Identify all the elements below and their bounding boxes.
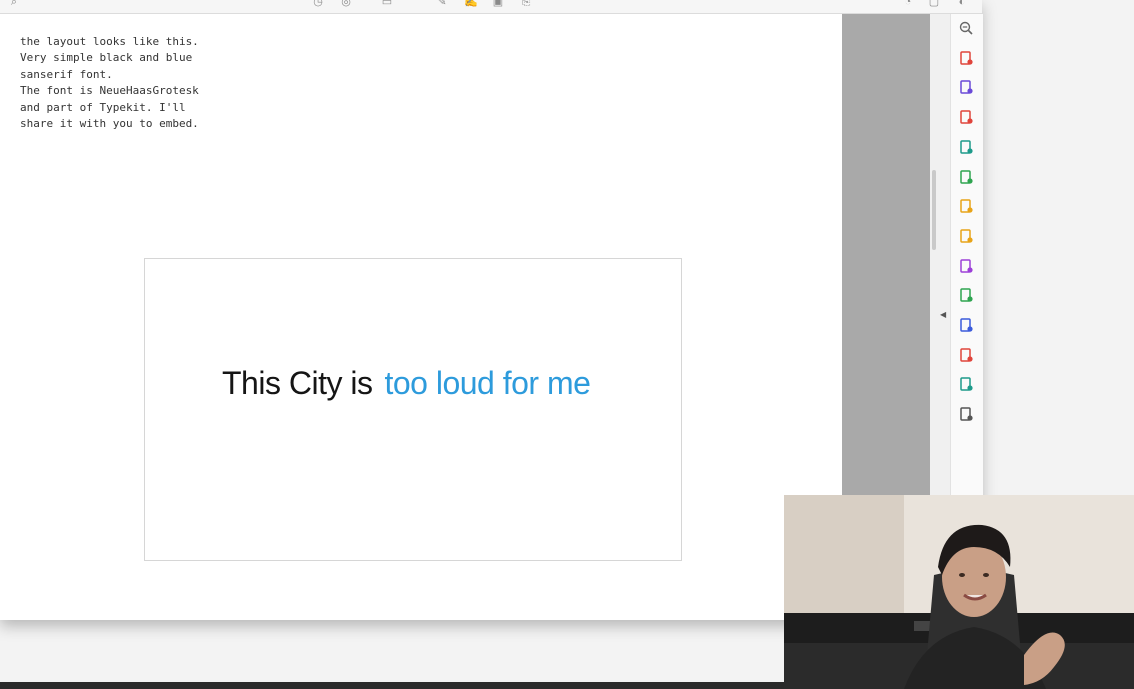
print-production-icon[interactable] xyxy=(957,286,975,304)
webcam-overlay xyxy=(784,495,1134,689)
zoom-out-icon[interactable] xyxy=(957,19,975,37)
redact-icon[interactable] xyxy=(957,346,975,364)
edit-icon[interactable]: ⎘ xyxy=(520,0,532,8)
slide-headline: This City is too loud for me xyxy=(222,364,591,402)
headline-blue-text: too loud for me xyxy=(384,365,591,401)
organize-pages-icon[interactable] xyxy=(957,108,975,126)
rich-media-icon[interactable] xyxy=(957,197,975,215)
export-pdf-icon[interactable] xyxy=(957,49,975,67)
slide-frame xyxy=(144,258,682,561)
comment-icon[interactable]: ✎ xyxy=(436,0,448,8)
gray-side-panel xyxy=(842,14,930,496)
clock-icon[interactable]: ◷ xyxy=(312,0,324,8)
top-toolbar: ⌕ ◷ ◎ ▭ ✎ ✍ ▣ ⎘ ◔ ▢ ◐ xyxy=(0,0,982,14)
user-icon[interactable]: ◔ xyxy=(902,0,914,8)
collapse-panel-icon[interactable]: ◀ xyxy=(940,310,946,319)
page-number-field[interactable]: ▭ xyxy=(370,0,404,8)
scan-ocr-icon[interactable] xyxy=(957,375,975,393)
comment-tool-icon[interactable] xyxy=(957,227,975,245)
spreadsheet-icon[interactable] xyxy=(957,168,975,186)
protect-icon[interactable] xyxy=(957,316,975,334)
image-icon[interactable]: ▣ xyxy=(492,0,504,8)
more-tools-icon[interactable] xyxy=(957,405,975,423)
create-pdf-icon[interactable] xyxy=(957,78,975,96)
webcam-person-image xyxy=(784,495,1134,689)
notification-icon[interactable]: ◐ xyxy=(956,0,968,8)
share-icon[interactable]: ▢ xyxy=(928,0,940,8)
bottom-dark-strip xyxy=(0,682,784,689)
layout-note-text: the layout looks like this. Very simple … xyxy=(20,35,199,131)
scrollbar-thumb[interactable] xyxy=(932,170,936,250)
pen-icon[interactable]: ✍ xyxy=(464,0,478,8)
search-icon[interactable]: ⌕ xyxy=(8,0,20,8)
help-icon[interactable]: ◎ xyxy=(340,0,352,8)
fill-sign-icon[interactable] xyxy=(957,257,975,275)
headline-black-text: This City is xyxy=(222,365,373,401)
combine-files-icon[interactable] xyxy=(957,138,975,156)
